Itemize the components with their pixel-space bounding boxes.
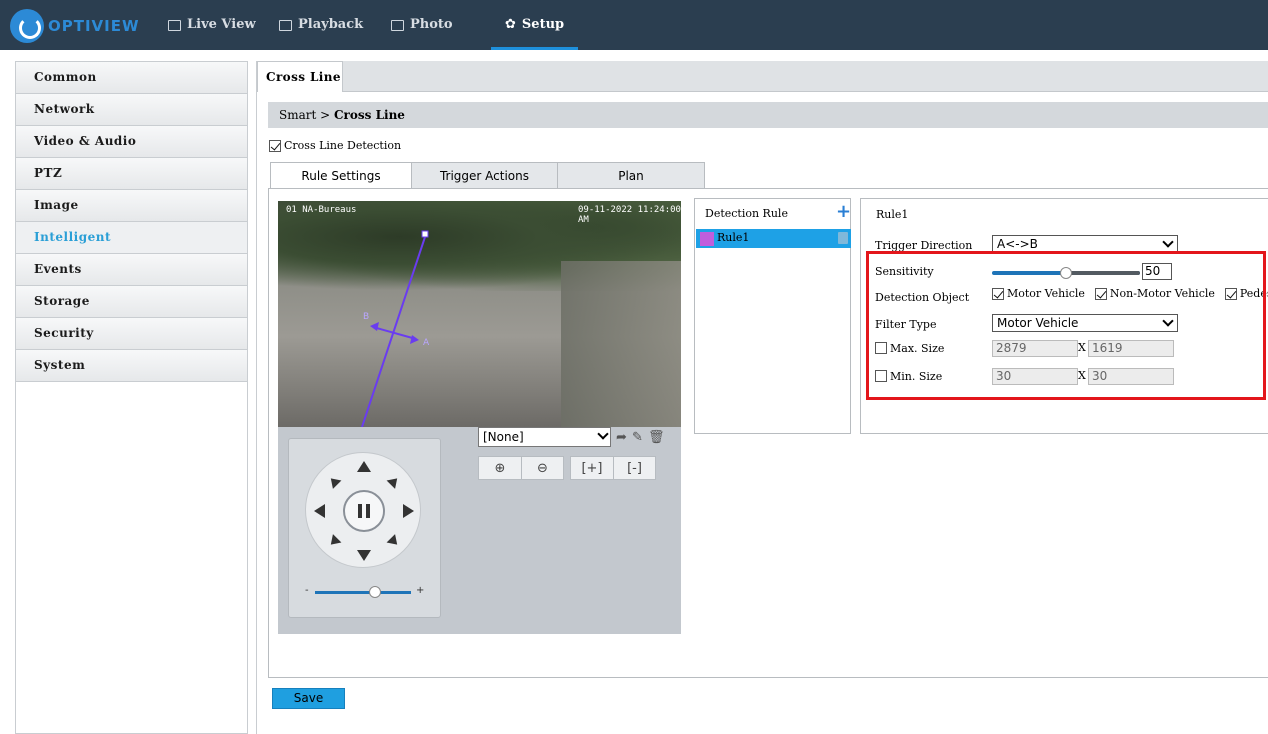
pause-icon <box>358 504 370 518</box>
ptz-pad-box: - + <box>288 438 441 618</box>
line-label-b: B <box>363 312 369 322</box>
enable-checkbox[interactable] <box>269 139 281 152</box>
sidebar-item-video-audio[interactable]: Video & Audio <box>16 126 247 158</box>
pan-up-left-icon[interactable] <box>326 474 342 489</box>
zoom-in-button[interactable]: ⊕ <box>478 456 521 480</box>
setup-sidebar: Common Network Video & Audio PTZ Image I… <box>15 61 248 734</box>
image-icon <box>391 19 404 31</box>
speed-plus: + <box>416 585 425 596</box>
sidebar-item-system[interactable]: System <box>16 350 247 382</box>
pan-down-right-icon[interactable] <box>386 534 402 549</box>
nav-setup[interactable]: ✿ Setup <box>490 0 579 50</box>
top-nav-bar: OPTIVIEW Live View Playback Photo ✿ Setu… <box>0 0 1268 50</box>
breadcrumb-separator: > <box>316 108 334 122</box>
line-handle-top[interactable] <box>421 230 429 238</box>
detection-rule-header: Detection Rule <box>705 207 788 220</box>
rule-title: Rule1 <box>876 208 909 221</box>
enable-label: Cross Line Detection <box>284 139 402 152</box>
gear-icon: ✿ <box>505 17 516 32</box>
annotation-highlight-box <box>866 251 1266 400</box>
sidebar-item-image[interactable]: Image <box>16 190 247 222</box>
tab-trigger-actions[interactable]: Trigger Actions <box>411 162 558 188</box>
tab-cross-line[interactable]: Cross Line <box>257 61 343 92</box>
rule-color-swatch[interactable] <box>700 232 714 246</box>
sidebar-item-storage[interactable]: Storage <box>16 286 247 318</box>
pan-right-icon[interactable] <box>403 504 414 518</box>
delete-rule-icon[interactable] <box>838 232 848 244</box>
brand-logo: OPTIVIEW <box>10 7 140 45</box>
ptz-speed-slider[interactable]: - + <box>303 585 429 599</box>
zoom-group: ⊕ ⊖ <box>478 456 564 480</box>
ptz-direction-pad[interactable] <box>305 452 421 568</box>
pan-up-icon[interactable] <box>357 461 371 472</box>
tab-rule-settings[interactable]: Rule Settings <box>270 162 412 189</box>
rule-name: Rule1 <box>717 231 750 244</box>
sidebar-item-ptz[interactable]: PTZ <box>16 158 247 190</box>
sidebar-item-security[interactable]: Security <box>16 318 247 350</box>
goto-preset-icon[interactable]: ➦ <box>616 430 627 445</box>
nav-label: Photo <box>410 17 453 32</box>
chevron-down-icon <box>1162 236 1174 248</box>
chevron-down-icon <box>597 428 609 440</box>
sidebar-item-network[interactable]: Network <box>16 94 247 126</box>
trigger-direction-value: A<->B <box>997 237 1038 251</box>
speed-thumb[interactable] <box>369 586 381 598</box>
rule-list-item[interactable]: Rule1 <box>696 229 851 248</box>
sidebar-item-events[interactable]: Events <box>16 254 247 286</box>
speed-track[interactable] <box>315 591 411 594</box>
nav-label: Setup <box>521 17 565 32</box>
pan-down-icon[interactable] <box>357 550 371 561</box>
brand-name: OPTIVIEW <box>48 17 140 35</box>
tab-plan[interactable]: Plan <box>557 162 705 188</box>
zoom-focus-buttons: ⊕ ⊖ [+] [-] <box>478 456 656 480</box>
breadcrumb-current: Cross Line <box>334 108 405 122</box>
focus-near-button[interactable]: [+] <box>570 456 613 480</box>
nav-playback[interactable]: Playback <box>279 0 363 50</box>
logo-mark-icon <box>10 9 44 43</box>
line-label-a: A <box>423 338 430 348</box>
delete-preset-icon[interactable]: 🗑 <box>648 430 665 445</box>
arrow-head-a <box>370 322 379 331</box>
speed-minus: - <box>305 585 309 596</box>
arrow-head-b <box>410 335 419 344</box>
preset-select[interactable]: [None] <box>478 427 611 447</box>
nav-photo[interactable]: Photo <box>391 0 453 50</box>
detection-rule-list: Detection Rule + Rule1 <box>694 198 851 434</box>
ptz-control-area: - + [None] ➦ ✎ 🗑 ⊕ ⊖ [+] [-] <box>278 427 681 634</box>
page-tab-bar: Cross Line <box>257 61 1268 92</box>
film-icon <box>279 19 292 31</box>
sidebar-item-intelligent[interactable]: Intelligent <box>16 222 247 254</box>
cross-line-detection-toggle[interactable]: Cross Line Detection <box>269 139 401 152</box>
nav-label: Live View <box>187 17 256 32</box>
preset-value: [None] <box>483 430 524 444</box>
zoom-out-button[interactable]: ⊖ <box>521 456 564 480</box>
ptz-stop-button[interactable] <box>343 490 385 532</box>
cross-line-overlay[interactable]: B A <box>278 201 681 427</box>
cross-line[interactable] <box>361 233 427 427</box>
breadcrumb-parent: Smart <box>279 108 317 122</box>
sub-tab-bar: Rule Settings Trigger Actions Plan <box>270 162 705 189</box>
pan-down-left-icon[interactable] <box>326 534 342 549</box>
sidebar-item-common[interactable]: Common <box>16 62 247 94</box>
main-content: Cross Line Smart > Cross Line Cross Line… <box>256 61 1268 734</box>
edit-preset-icon[interactable]: ✎ <box>632 430 643 445</box>
focus-group: [+] [-] <box>570 456 656 480</box>
monitor-icon <box>168 19 181 31</box>
pan-left-icon[interactable] <box>314 504 325 518</box>
nav-live-view[interactable]: Live View <box>168 0 256 50</box>
live-video-preview[interactable]: 01 NA-Bureaus 09-11-2022 11:24:00 AM B A <box>278 201 681 427</box>
focus-far-button[interactable]: [-] <box>613 456 656 480</box>
save-button[interactable]: Save <box>272 688 345 709</box>
pan-up-right-icon[interactable] <box>386 474 402 489</box>
breadcrumb: Smart > Cross Line <box>268 102 1268 128</box>
add-rule-icon[interactable]: + <box>836 201 851 222</box>
nav-label: Playback <box>298 17 364 32</box>
